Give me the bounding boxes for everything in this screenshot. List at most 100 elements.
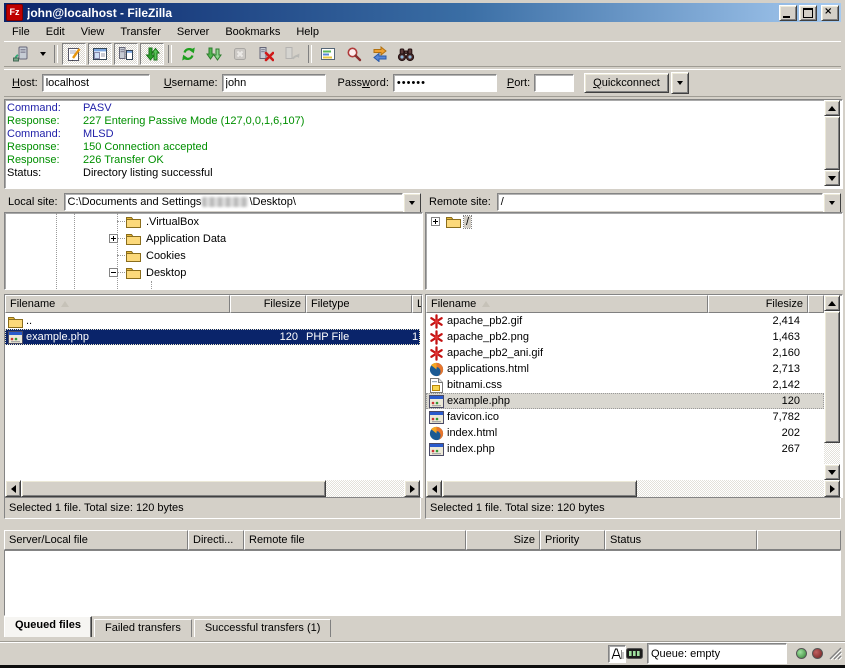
cancel-operation-button[interactable] [228,43,252,65]
scroll-up-button[interactable] [824,295,840,311]
file-row-apache-pb2-gif[interactable]: apache_pb2.gif2,414 [426,313,824,329]
scrollbar-thumb[interactable] [824,116,840,170]
maximize-button[interactable] [799,5,817,21]
title-bar[interactable]: Fz john@localhost - FileZilla × [4,3,841,22]
tab-queued-files[interactable]: Queued files [4,616,92,637]
tab-failed-transfers[interactable]: Failed transfers [94,619,192,637]
queue-column-priority[interactable]: Priority [540,530,605,550]
filter-button[interactable] [316,43,340,65]
queue-column-status[interactable]: Status [605,530,757,550]
column-header-filetype[interactable]: Filetype [306,295,412,313]
local-site-combo[interactable]: C:\Documents and Settings\Desktop\ [64,193,421,211]
quickconnect-dropdown-button[interactable] [671,72,689,94]
toggle-message-log-button[interactable] [62,43,86,65]
queue-column-server-local-file[interactable]: Server/Local file [4,530,188,550]
tree-item-root[interactable]: / [426,213,842,230]
php-icon [7,329,23,345]
synchronized-browsing-button[interactable] [368,43,392,65]
file-size-cell: 1,463 [708,331,808,343]
file-row-example-php[interactable]: example.php120PHP File1 [5,329,420,345]
remote-file-list[interactable]: FilenameFilesizeapache_pb2.gif2,414apach… [425,294,843,498]
password-input[interactable] [393,74,497,92]
file-row-index-php[interactable]: index.php267 [426,441,824,457]
site-manager-dropdown-button[interactable] [35,43,50,65]
queue-column-label: Size [514,534,535,546]
toggle-queue-button[interactable] [140,43,164,65]
column-header-filename[interactable]: Filename [5,295,230,313]
horizontal-scrollbar[interactable] [5,480,420,497]
menu-item-file[interactable]: File [4,24,38,41]
menu-item-bookmarks[interactable]: Bookmarks [217,24,288,41]
file-row-apache-pb2-png[interactable]: apache_pb2.png1,463 [426,329,824,345]
menu-item-edit[interactable]: Edit [38,24,73,41]
menu-item-help[interactable]: Help [288,24,327,41]
tree-item-cookies[interactable]: Cookies [5,247,422,264]
scroll-down-button[interactable] [824,464,840,480]
column-header-filesize[interactable]: Filesize [708,295,808,313]
column-header-l[interactable]: L [412,295,422,313]
tree-item--virtualbox[interactable]: .VirtualBox [5,213,422,230]
tab-successful-transfers-1-[interactable]: Successful transfers (1) [194,619,332,637]
remote-site-path[interactable]: / [497,193,823,211]
scroll-up-button[interactable] [824,100,840,116]
refresh-button[interactable] [176,43,200,65]
scroll-left-button[interactable] [426,480,442,497]
expand-plus-icon[interactable] [109,234,118,243]
scrollbar-thumb[interactable] [21,480,326,497]
port-input[interactable] [534,74,574,92]
remote-site-combo[interactable]: / [497,193,841,211]
queue-column-directi-[interactable]: Directi... [188,530,244,550]
queue-column-size[interactable]: Size [466,530,540,550]
column-header-filename[interactable]: Filename [426,295,708,313]
tree-item-desktop[interactable]: Desktop [5,264,422,281]
vertical-scrollbar[interactable] [824,295,840,480]
username-input[interactable] [222,74,326,92]
local-site-path[interactable]: C:\Documents and Settings\Desktop\ [64,193,403,211]
local-site-dropdown-button[interactable] [403,193,421,213]
remote-directory-tree[interactable]: / [425,212,843,290]
toggle-local-tree-button[interactable] [88,43,112,65]
menu-item-server[interactable]: Server [169,24,217,41]
file-row-applications-html[interactable]: applications.html2,713 [426,361,824,377]
site-manager-button[interactable] [9,43,33,65]
file-name-cell: index.php [426,441,708,457]
host-input[interactable] [42,74,150,92]
queue-column-remote-file[interactable]: Remote file [244,530,466,550]
close-button[interactable]: × [821,5,839,21]
directory-comparison-button[interactable] [342,43,366,65]
local-file-list[interactable]: FilenameFilesizeFiletypeL..example.php12… [4,294,423,498]
file-row-bitnami-css[interactable]: bitnami.css2,142 [426,377,824,393]
scroll-right-button[interactable] [404,480,420,497]
file-row-favicon-ico[interactable]: favicon.ico7,782 [426,409,824,425]
local-directory-tree[interactable]: .VirtualBoxApplication DataCookiesDeskto… [4,212,423,290]
scroll-left-button[interactable] [5,480,21,497]
collapse-minus-icon[interactable] [109,268,118,277]
menu-item-view[interactable]: View [73,24,113,41]
file-row-example-php[interactable]: example.php120 [426,393,824,409]
tree-item-application-data[interactable]: Application Data [5,230,422,247]
toggle-remote-tree-button[interactable] [114,43,138,65]
file-row-apache-pb2-ani-gif[interactable]: apache_pb2_ani.gif2,160 [426,345,824,361]
scroll-down-button[interactable] [824,170,840,186]
vertical-scrollbar[interactable] [824,100,840,186]
scroll-right-button[interactable] [824,480,840,497]
resize-grip[interactable] [829,647,842,660]
scrollbar-thumb[interactable] [824,311,840,443]
remote-site-dropdown-button[interactable] [823,193,841,213]
find-files-button[interactable] [394,43,418,65]
file-row-index-html[interactable]: index.html202 [426,425,824,441]
file-row--[interactable]: .. [5,313,420,329]
column-header-filesize[interactable]: Filesize [230,295,306,313]
disconnect-button[interactable] [254,43,278,65]
scrollbar-thumb[interactable] [442,480,637,497]
queue-body[interactable] [4,550,841,616]
horizontal-scrollbar[interactable] [426,480,840,497]
process-queue-button[interactable] [202,43,226,65]
expand-plus-icon[interactable] [431,217,440,226]
minimize-button[interactable] [779,5,797,21]
reconnect-button[interactable] [280,43,304,65]
quickconnect-button[interactable]: Quickconnect [584,73,669,93]
menu-item-transfer[interactable]: Transfer [112,24,169,41]
filezilla-app-icon[interactable]: Fz [6,4,23,21]
quickconnect-bar: Host: Username: Password: Port: Quickcon… [4,69,841,97]
